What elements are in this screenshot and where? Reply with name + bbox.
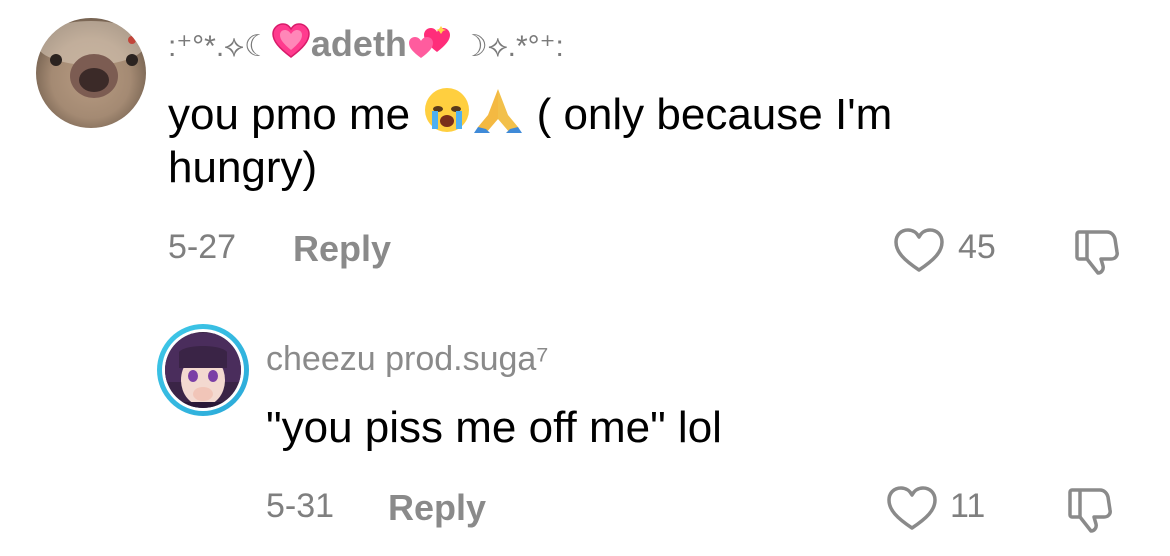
dislike-icon[interactable] xyxy=(1066,484,1118,534)
comment-text: you pmo me ( only because I'm hungry) xyxy=(168,85,1028,195)
heart-pink-icon xyxy=(271,22,311,65)
like-count: 45 xyxy=(958,228,996,266)
username[interactable]: cheezu prod.suga⁷ xyxy=(266,340,549,379)
comment-text: "you piss me off me" lol xyxy=(266,403,722,452)
avatar[interactable] xyxy=(36,18,146,128)
like-icon[interactable] xyxy=(893,226,945,274)
username-decoration-left: :⁺°*.⟡☾ xyxy=(168,30,271,63)
two-hearts-icon xyxy=(407,22,451,65)
comment-date: 5-27 xyxy=(168,228,237,266)
username-name: adeth xyxy=(310,23,407,64)
crying-face-icon xyxy=(422,85,472,142)
username[interactable]: :⁺°*.⟡☾ adeth ☽⟡.*°⁺: xyxy=(168,22,564,68)
like-icon[interactable] xyxy=(886,484,938,532)
comment-date: 5-31 xyxy=(266,487,335,525)
folded-hands-icon xyxy=(472,85,524,142)
username-decoration-right: ☽⟡.*°⁺: xyxy=(460,30,564,63)
dislike-icon[interactable] xyxy=(1073,226,1125,276)
reply-button[interactable]: Reply xyxy=(293,228,391,270)
like-count: 11 xyxy=(950,487,986,525)
comment-text-part: you pmo me xyxy=(168,90,423,139)
avatar-story-ring[interactable] xyxy=(155,322,251,418)
reply-button[interactable]: Reply xyxy=(388,487,486,529)
